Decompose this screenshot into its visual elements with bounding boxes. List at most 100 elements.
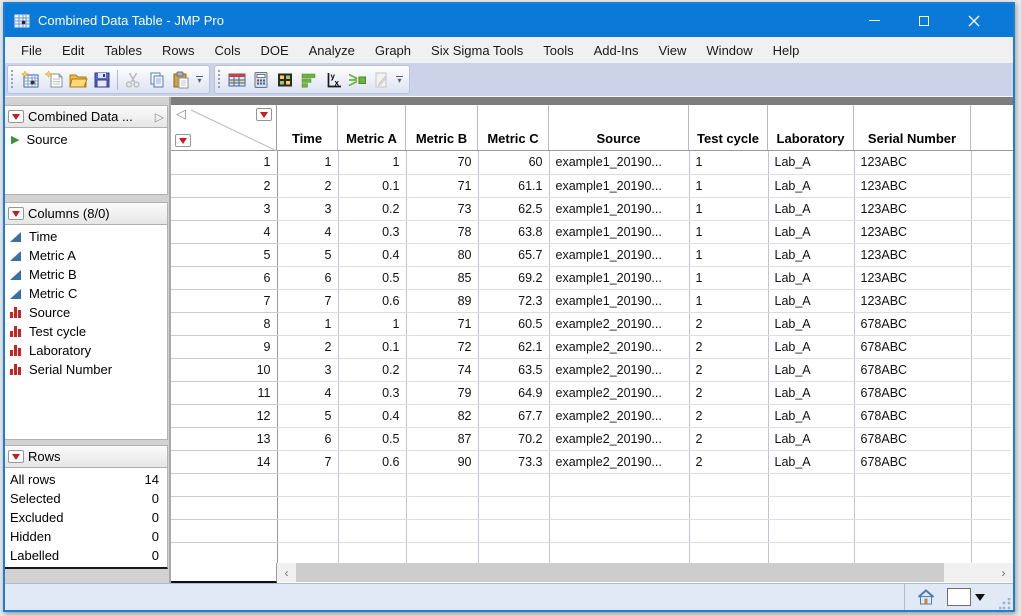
menu-edit[interactable]: Edit <box>52 39 94 62</box>
formula-calculator-icon[interactable] <box>249 68 273 92</box>
row-number[interactable] <box>171 519 278 543</box>
column-item-metric-b[interactable]: Metric B <box>5 265 167 284</box>
column-item-metric-c[interactable]: Metric C <box>5 284 167 303</box>
cell[interactable]: 71 <box>406 174 479 198</box>
cell[interactable] <box>478 519 550 543</box>
maximize-button[interactable] <box>899 4 949 37</box>
cell[interactable]: 71 <box>406 312 479 336</box>
menu-graph[interactable]: Graph <box>365 39 421 62</box>
cell[interactable]: Lab_A <box>768 289 855 313</box>
new-data-table-icon[interactable] <box>18 68 42 92</box>
cell[interactable]: 123ABC <box>854 151 972 175</box>
menu-rows[interactable]: Rows <box>152 39 205 62</box>
cell[interactable]: 3 <box>277 358 339 382</box>
menu-six-sigma-tools[interactable]: Six Sigma Tools <box>421 39 533 62</box>
cell[interactable]: 2 <box>689 450 769 474</box>
cell[interactable] <box>406 496 479 520</box>
minimize-button[interactable] <box>849 4 899 37</box>
cell[interactable]: 0.5 <box>338 266 407 290</box>
cell[interactable] <box>854 519 972 543</box>
cell[interactable] <box>854 542 972 566</box>
cell[interactable]: example2_20190... <box>549 381 690 405</box>
cell[interactable]: 85 <box>406 266 479 290</box>
run-script-icon[interactable]: ▶ <box>11 133 19 146</box>
row-number[interactable]: 2 <box>171 174 278 198</box>
panel-expand-icon[interactable]: ▷ <box>155 110 164 124</box>
menu-tools[interactable]: Tools <box>533 39 583 62</box>
row-number[interactable]: 8 <box>171 312 278 336</box>
cell[interactable] <box>549 473 690 497</box>
cell[interactable]: Lab_A <box>768 381 855 405</box>
cell[interactable]: 2 <box>689 427 769 451</box>
cell[interactable]: 80 <box>406 243 479 267</box>
cell[interactable]: 123ABC <box>854 266 972 290</box>
cell[interactable]: Lab_A <box>768 220 855 244</box>
cell[interactable]: 2 <box>689 404 769 428</box>
cell[interactable]: 63.5 <box>478 358 550 382</box>
menu-file[interactable]: File <box>11 39 52 62</box>
cell[interactable]: 1 <box>689 151 769 175</box>
cell[interactable] <box>338 496 407 520</box>
toolbar-grip[interactable] <box>10 69 15 90</box>
cell[interactable]: 5 <box>277 404 339 428</box>
row-number[interactable]: 7 <box>171 289 278 313</box>
cell[interactable] <box>338 519 407 543</box>
cell[interactable]: 123ABC <box>854 243 972 267</box>
collapse-left-icon[interactable]: ◁ <box>176 106 186 122</box>
toolbar-overflow-icon[interactable]: ▾ <box>393 68 406 92</box>
cell[interactable]: example2_20190... <box>549 427 690 451</box>
grid-corner-cell[interactable]: ◁ <box>171 105 277 151</box>
script-editor-icon[interactable] <box>369 68 393 92</box>
rows-red-triangle-icon[interactable] <box>175 134 191 147</box>
cell[interactable] <box>689 519 769 543</box>
cell[interactable] <box>768 473 855 497</box>
cell[interactable]: 1 <box>689 197 769 221</box>
join-tables-icon[interactable] <box>345 68 369 92</box>
cell[interactable]: 0.5 <box>338 427 407 451</box>
row-number[interactable]: 6 <box>171 266 278 290</box>
cell[interactable]: 0.3 <box>338 220 407 244</box>
horizontal-scrollbar[interactable]: ‹ › <box>277 563 1013 582</box>
row-number[interactable] <box>171 496 278 520</box>
cell[interactable]: Lab_A <box>768 151 855 175</box>
cell[interactable]: 62.1 <box>478 335 550 359</box>
cell[interactable]: 1 <box>689 289 769 313</box>
cell[interactable]: Lab_A <box>768 266 855 290</box>
cell[interactable]: 67.7 <box>478 404 550 428</box>
cell[interactable]: 78 <box>406 220 479 244</box>
home-button[interactable] <box>915 587 937 607</box>
cell[interactable]: 6 <box>277 266 339 290</box>
cell[interactable]: 1 <box>277 151 339 175</box>
cell[interactable] <box>406 473 479 497</box>
cell[interactable]: example1_20190... <box>549 174 690 198</box>
cell[interactable] <box>277 473 339 497</box>
cell[interactable]: 123ABC <box>854 289 972 313</box>
row-number[interactable]: 10 <box>171 358 278 382</box>
data-table-window-icon[interactable] <box>225 68 249 92</box>
scroll-left-icon[interactable]: ‹ <box>277 563 296 582</box>
cell[interactable]: 1 <box>689 174 769 198</box>
column-item-laboratory[interactable]: Laboratory <box>5 341 167 360</box>
cell[interactable]: 7 <box>277 289 339 313</box>
cell[interactable] <box>277 496 339 520</box>
cell[interactable]: 62.5 <box>478 197 550 221</box>
cell[interactable] <box>549 542 690 566</box>
paste-icon[interactable] <box>169 68 193 92</box>
cell[interactable]: 2 <box>689 335 769 359</box>
cell[interactable] <box>689 496 769 520</box>
new-journal-icon[interactable] <box>42 68 66 92</box>
cell[interactable]: 65.7 <box>478 243 550 267</box>
cell[interactable] <box>338 542 407 566</box>
scroll-right-icon[interactable]: › <box>994 563 1013 582</box>
menu-cols[interactable]: Cols <box>204 39 250 62</box>
menu-help[interactable]: Help <box>763 39 810 62</box>
row-number[interactable]: 5 <box>171 243 278 267</box>
column-header-serial-number[interactable]: Serial Number <box>854 105 971 150</box>
column-item-metric-a[interactable]: Metric A <box>5 246 167 265</box>
cell[interactable] <box>768 542 855 566</box>
column-header-metric-c[interactable]: Metric C <box>478 105 549 150</box>
column-header-test-cycle[interactable]: Test cycle <box>689 105 768 150</box>
cell[interactable]: 70 <box>406 151 479 175</box>
cell[interactable] <box>689 542 769 566</box>
cell[interactable]: Lab_A <box>768 312 855 336</box>
